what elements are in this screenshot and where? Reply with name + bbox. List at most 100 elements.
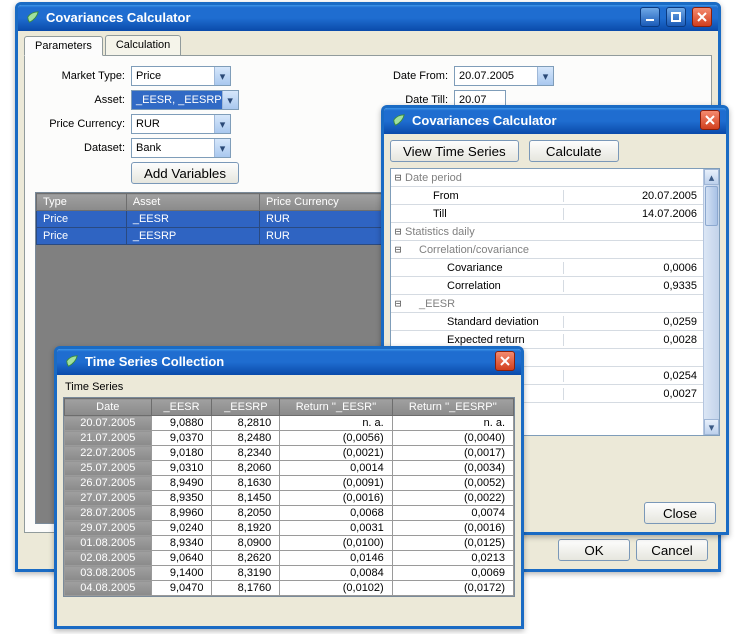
ts-title: Time Series Collection [85,354,224,369]
table-cell: 8,2050 [212,506,280,521]
table-cell: 0,0068 [280,506,392,521]
column-header[interactable]: Date [65,399,152,416]
close-button[interactable] [692,7,712,27]
chevron-down-icon: ▾ [214,115,230,133]
table-row[interactable]: 21.07.20059,03708,2480(0,0056)(0,0040) [65,431,514,446]
collapse-icon[interactable]: ⊟ [391,243,405,256]
table-cell: 8,0900 [212,536,280,551]
date-cell: 21.07.2005 [65,431,152,446]
dataset-select[interactable]: Bank▾ [131,138,231,158]
close-button[interactable]: Close [644,502,716,524]
scroll-up-icon[interactable]: ▴ [704,169,719,185]
column-header[interactable]: Return ''_EESRP'' [392,399,513,416]
table-cell: 8,3190 [212,566,280,581]
table-row[interactable]: 04.08.20059,04708,1760(0,0102)(0,0172) [65,581,514,596]
table-row[interactable]: 27.07.20058,93508,1450(0,0016)(0,0022) [65,491,514,506]
stats-title: Covariances Calculator [412,113,557,128]
close-button[interactable] [700,110,720,130]
tab-strip: Parameters Calculation [24,35,712,56]
table-row[interactable]: 03.08.20059,14008,31900,00840,0069 [65,566,514,581]
property-key: Date period [405,172,462,184]
property-row[interactable]: Till14.07.2006 [391,205,703,223]
add-variables-button[interactable]: Add Variables [131,162,239,184]
table-cell: (0,0021) [280,446,392,461]
table-row[interactable]: 22.07.20059,01808,2340(0,0021)(0,0017) [65,446,514,461]
property-row[interactable]: From20.07.2005 [391,187,703,205]
main-title: Covariances Calculator [46,10,191,25]
table-cell: (0,0056) [280,431,392,446]
asset-select[interactable]: _EESR, _EESRP▾ [131,90,239,110]
table-row[interactable]: 01.08.20058,93408,0900(0,0100)(0,0125) [65,536,514,551]
scroll-down-icon[interactable]: ▾ [704,419,719,435]
main-titlebar[interactable]: Covariances Calculator [18,5,718,31]
vertical-scrollbar[interactable]: ▴ ▾ [703,169,719,435]
calculate-button[interactable]: Calculate [529,140,619,162]
property-row[interactable]: Covariance0,0006 [391,259,703,277]
price-currency-select[interactable]: RUR▾ [131,114,231,134]
ts-titlebar[interactable]: Time Series Collection [57,349,521,375]
table-cell: (0,0017) [392,446,513,461]
collapse-icon[interactable]: ⊟ [391,297,405,310]
label-date-from: Date From: [368,70,448,82]
column-header[interactable]: Type [37,194,127,211]
close-button[interactable] [495,351,515,371]
property-key: Till [405,208,447,220]
ok-button[interactable]: OK [558,539,630,561]
column-header[interactable]: _EESR [151,399,212,416]
column-header[interactable]: Asset [126,194,259,211]
collapse-icon[interactable]: ⊟ [391,171,405,184]
table-cell: 9,0370 [151,431,212,446]
property-value: 0,0259 [563,316,703,328]
property-row[interactable]: Correlation0,9335 [391,277,703,295]
tab-calculation[interactable]: Calculation [105,35,181,55]
view-time-series-button[interactable]: View Time Series [390,140,519,162]
scrollbar-thumb[interactable] [705,186,718,226]
table-row[interactable]: 29.07.20059,02408,19200,0031(0,0016) [65,521,514,536]
collapse-icon[interactable]: ⊟ [391,225,405,238]
date-cell: 03.08.2005 [65,566,152,581]
property-category[interactable]: ⊟Date period [391,169,703,187]
property-category[interactable]: ⊟Correlation/covariance [391,241,703,259]
property-category[interactable]: ⊟Statistics daily [391,223,703,241]
market-type-select[interactable]: Price▾ [131,66,231,86]
table-cell: (0,0034) [392,461,513,476]
table-cell: n. a. [280,416,392,431]
table-cell: 9,0880 [151,416,212,431]
table-cell: 0,0146 [280,551,392,566]
time-series-window: Time Series Collection Time Series Date_… [54,346,524,629]
table-cell: 0,0084 [280,566,392,581]
table-cell: _EESRP [126,228,259,245]
table-cell: (0,0102) [280,581,392,596]
table-row[interactable]: 20.07.20059,08808,2810n. a.n. a. [65,416,514,431]
table-cell: (0,0022) [392,491,513,506]
table-row[interactable]: 26.07.20058,94908,1630(0,0091)(0,0052) [65,476,514,491]
table-cell: 8,2480 [212,431,280,446]
minimize-button[interactable] [640,7,660,27]
date-cell: 27.07.2005 [65,491,152,506]
table-cell: 8,9490 [151,476,212,491]
table-cell: (0,0052) [392,476,513,491]
property-category[interactable]: ⊟_EESR [391,295,703,313]
table-cell: Price [37,228,127,245]
table-row[interactable]: 25.07.20059,03108,20600,0014(0,0034) [65,461,514,476]
cancel-button[interactable]: Cancel [636,539,708,561]
table-cell: 8,1760 [212,581,280,596]
property-value: 20.07.2005 [563,190,703,202]
table-cell: 8,9340 [151,536,212,551]
property-row[interactable]: Standard deviation0,0259 [391,313,703,331]
date-from-select[interactable]: 20.07.2005▾ [454,66,554,86]
table-row[interactable]: 02.08.20059,06408,26200,01460,0213 [65,551,514,566]
time-series-grid[interactable]: Date_EESR_EESRPReturn ''_EESR''Return ''… [63,397,515,597]
date-cell: 01.08.2005 [65,536,152,551]
table-row[interactable]: 28.07.20058,99608,20500,00680,0074 [65,506,514,521]
maximize-button[interactable] [666,7,686,27]
column-header[interactable]: _EESRP [212,399,280,416]
chevron-down-icon: ▾ [214,139,230,157]
property-key: Covariance [405,262,503,274]
table-cell: 0,0074 [392,506,513,521]
table-cell: 9,0180 [151,446,212,461]
tab-parameters[interactable]: Parameters [24,36,103,56]
date-cell: 25.07.2005 [65,461,152,476]
column-header[interactable]: Return ''_EESR'' [280,399,392,416]
stats-titlebar[interactable]: Covariances Calculator [384,108,726,134]
